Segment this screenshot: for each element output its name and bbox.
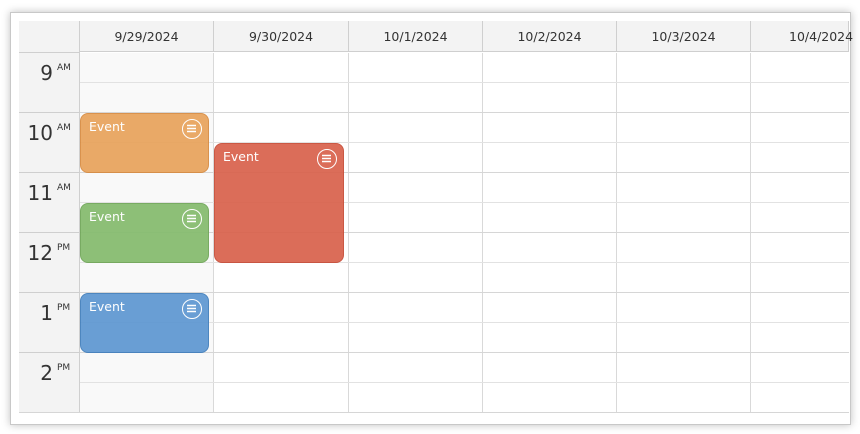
- calendar-event[interactable]: Event: [80, 293, 209, 353]
- menu-icon[interactable]: [182, 209, 202, 229]
- day-column-5[interactable]: [751, 53, 849, 413]
- hour-number: 11: [27, 181, 53, 205]
- hour-ampm: PM: [57, 363, 71, 373]
- day-header-1[interactable]: 9/30/2024: [214, 21, 349, 52]
- day-header-0[interactable]: 9/29/2024: [80, 21, 214, 52]
- hour-10am: 10 AM: [19, 113, 79, 173]
- calendar-event[interactable]: Event: [80, 203, 209, 263]
- hour-number: 1: [40, 301, 53, 325]
- day-column-4[interactable]: [617, 53, 751, 413]
- hour-12pm: 12 PM: [19, 233, 79, 293]
- hour-ampm: PM: [57, 243, 71, 253]
- header-corner: [19, 21, 80, 53]
- menu-icon[interactable]: [317, 149, 337, 169]
- menu-icon[interactable]: [182, 299, 202, 319]
- hour-2pm: 2 PM: [19, 353, 79, 413]
- day-header-3[interactable]: 10/2/2024: [483, 21, 617, 52]
- day-column-3[interactable]: [483, 53, 617, 413]
- hour-number: 10: [27, 121, 53, 145]
- gridline: [19, 412, 849, 413]
- hour-ampm: AM: [57, 123, 71, 133]
- gridline: [80, 82, 849, 83]
- menu-icon[interactable]: [182, 119, 202, 139]
- hour-11am: 11 AM: [19, 173, 79, 233]
- day-column-2[interactable]: [349, 53, 483, 413]
- hour-number: 9: [40, 61, 53, 85]
- hour-9am: 9 AM: [19, 53, 79, 113]
- hour-number: 2: [40, 361, 53, 385]
- day-header-4[interactable]: 10/3/2024: [617, 21, 751, 52]
- calendar-event[interactable]: Event: [214, 143, 344, 263]
- hour-ampm: PM: [57, 303, 71, 313]
- day-header-2[interactable]: 10/1/2024: [349, 21, 483, 52]
- hour-ampm: AM: [57, 63, 71, 73]
- gridline: [80, 382, 849, 383]
- hour-number: 12: [27, 241, 53, 265]
- hour-1pm: 1 PM: [19, 293, 79, 353]
- day-header-5[interactable]: 10/4/2024: [751, 21, 853, 52]
- calendar-event[interactable]: Event: [80, 113, 209, 173]
- hour-ampm: AM: [57, 183, 71, 193]
